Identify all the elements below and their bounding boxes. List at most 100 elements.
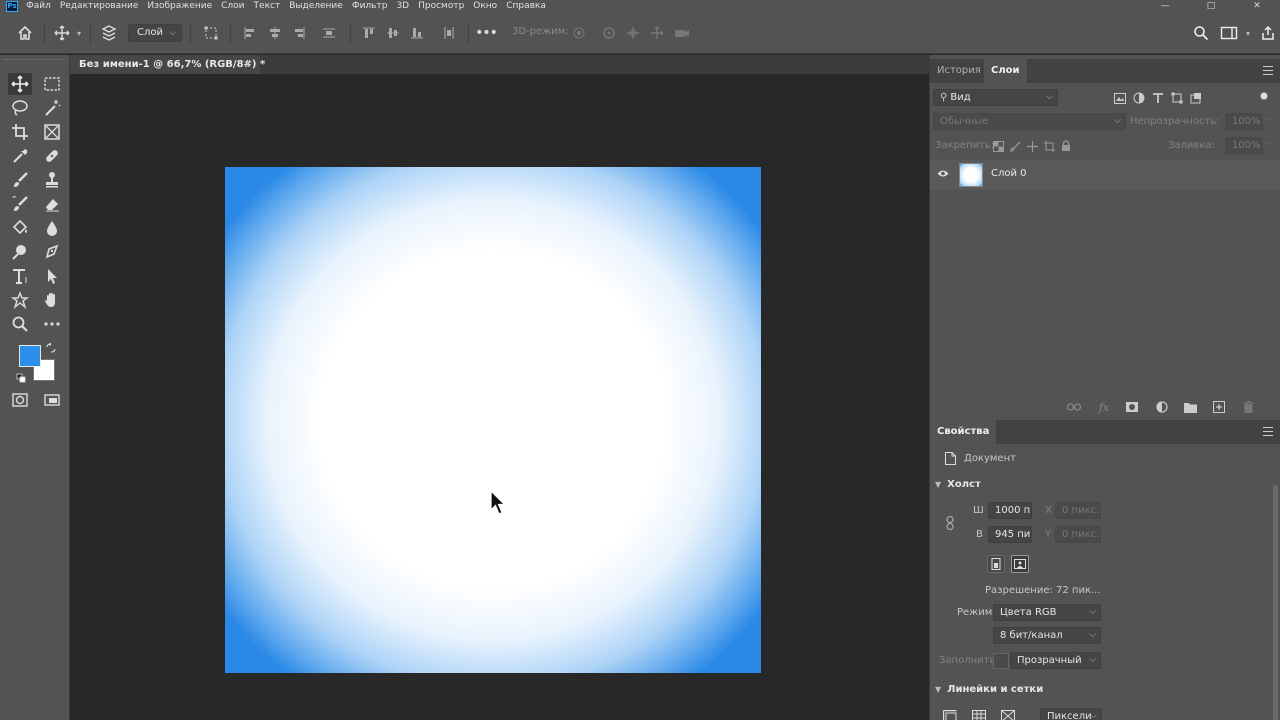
landscape-orientation-button[interactable] <box>1011 555 1029 573</box>
menu-filter[interactable]: Фильтр <box>352 0 388 12</box>
search-icon[interactable] <box>1191 12 1211 54</box>
layer-filter-select[interactable]: ⚲ Вид ⌵ <box>933 89 1058 106</box>
opacity-input[interactable]: 100% <box>1225 113 1263 130</box>
delete-layer-icon[interactable] <box>1240 399 1256 415</box>
quick-mask-icon[interactable] <box>8 389 32 411</box>
healing-brush-tool-icon[interactable] <box>40 145 64 167</box>
toolbar-grip[interactable] <box>4 59 66 65</box>
more-options-icon[interactable]: ••• <box>475 12 498 54</box>
bit-depth-select[interactable]: 8 бит/канал ⌵ <box>993 627 1101 644</box>
filter-type-icon[interactable] <box>1150 90 1166 106</box>
zoom-tool-icon[interactable] <box>8 313 32 335</box>
filter-toggle-icon[interactable] <box>1256 88 1272 104</box>
menu-type[interactable]: Текст <box>254 0 281 12</box>
brush-tool-icon[interactable] <box>8 169 32 191</box>
default-colors-icon[interactable] <box>14 372 28 384</box>
document-tab[interactable]: Без имени-1 @ 66,7% (RGB/8#) * × <box>70 55 265 74</box>
tab-layers[interactable]: Слои <box>984 59 1027 83</box>
lock-all-icon[interactable] <box>1058 138 1074 154</box>
share-icon[interactable] <box>1258 12 1278 54</box>
frame-tool-icon[interactable] <box>40 121 64 143</box>
width-input[interactable]: 1000 пикс. <box>988 502 1032 519</box>
eraser-tool-icon[interactable] <box>40 193 64 215</box>
layer-row[interactable]: Слой 0 <box>930 160 1280 190</box>
magic-wand-tool-icon[interactable] <box>40 97 64 119</box>
lasso-tool-icon[interactable] <box>8 97 32 119</box>
chevron-down-icon[interactable]: ▾ <box>73 12 85 54</box>
stamp-tool-icon[interactable] <box>40 169 64 191</box>
height-input[interactable]: 945 пикс. <box>988 526 1032 543</box>
color-mode-select[interactable]: Цвета RGB ⌵ <box>993 604 1101 621</box>
tab-history[interactable]: История <box>930 59 988 83</box>
align-middle-icon[interactable] <box>384 12 402 54</box>
custom-shape-tool-icon[interactable] <box>8 289 32 311</box>
guides-icon[interactable] <box>1000 708 1016 720</box>
units-select[interactable]: Пиксели ⌵ <box>1040 708 1102 720</box>
3d-camera-icon[interactable] <box>672 12 692 54</box>
grid-icon[interactable] <box>971 708 987 720</box>
close-document-icon[interactable]: × <box>244 55 252 74</box>
properties-scrollbar[interactable] <box>1273 485 1278 720</box>
eye-icon[interactable] <box>937 169 949 181</box>
maximize-button[interactable]: □ <box>1188 0 1234 12</box>
menu-view[interactable]: Просмотр <box>418 0 464 12</box>
close-window-button[interactable]: ✕ <box>1234 0 1280 12</box>
align-center-icon[interactable] <box>266 12 284 54</box>
filter-smart-object-icon[interactable] <box>1188 90 1204 106</box>
menu-help[interactable]: Справка <box>506 0 546 12</box>
x-input[interactable]: 0 пикс. <box>1055 502 1101 519</box>
layer-name[interactable]: Слой 0 <box>991 168 1027 179</box>
guides-section-header[interactable]: ▼ Линейки и сетки <box>935 684 1043 695</box>
new-adjustment-icon[interactable] <box>1154 399 1170 415</box>
filter-shape-icon[interactable] <box>1169 90 1185 106</box>
3d-orbit-icon[interactable] <box>570 12 588 54</box>
new-layer-icon[interactable] <box>1211 399 1227 415</box>
distribute-vertical-icon[interactable] <box>440 12 458 54</box>
menu-window[interactable]: Окно <box>473 0 497 12</box>
auto-select-icon[interactable] <box>98 12 120 54</box>
add-mask-icon[interactable] <box>1124 399 1140 415</box>
path-selection-tool-icon[interactable] <box>40 265 64 287</box>
canvas-workspace[interactable] <box>70 74 929 720</box>
lock-transparent-icon[interactable] <box>990 138 1006 154</box>
3d-slide-icon[interactable] <box>648 12 666 54</box>
screen-mode-icon[interactable] <box>40 389 64 411</box>
minimize-button[interactable]: — <box>1142 0 1188 12</box>
lock-pixels-icon[interactable] <box>1007 138 1023 154</box>
3d-roll-icon[interactable] <box>600 12 618 54</box>
layers-panel-menu-icon[interactable] <box>1263 66 1273 75</box>
move-tool-icon[interactable] <box>8 73 32 95</box>
fill-input[interactable]: 100% <box>1225 137 1263 154</box>
filter-adjustment-icon[interactable] <box>1131 90 1147 106</box>
canvas-section-header[interactable]: ▼ Холст <box>935 479 981 490</box>
fx-icon[interactable]: fx <box>1096 399 1112 415</box>
pen-tool-icon[interactable] <box>40 241 64 263</box>
opacity-chevron-icon[interactable]: ⌵ <box>1266 114 1272 124</box>
menu-image[interactable]: Изображение <box>147 0 212 12</box>
menu-file[interactable]: Файл <box>26 0 51 12</box>
history-brush-tool-icon[interactable] <box>8 193 32 215</box>
fill-canvas-select[interactable]: Прозрачный ⌵ <box>1010 652 1101 669</box>
eyedropper-tool-icon[interactable] <box>8 145 32 167</box>
align-left-icon[interactable] <box>241 12 259 54</box>
blend-mode-select[interactable]: Обычные ⌵ <box>933 113 1126 130</box>
fill-chevron-icon[interactable]: ⌵ <box>1266 138 1272 148</box>
filter-pixel-icon[interactable] <box>1112 90 1128 106</box>
menu-3d[interactable]: 3D <box>396 0 409 12</box>
app-logo[interactable]: Ps <box>6 0 18 12</box>
workspace-chevron-icon[interactable]: ▾ <box>1242 12 1254 54</box>
link-layers-icon[interactable] <box>1066 399 1082 415</box>
portrait-orientation-button[interactable] <box>987 555 1005 573</box>
transform-controls-icon[interactable] <box>201 12 221 54</box>
swap-colors-icon[interactable] <box>44 342 58 354</box>
marquee-tool-icon[interactable] <box>40 73 64 95</box>
paint-bucket-tool-icon[interactable] <box>8 217 32 239</box>
layer-thumbnail[interactable] <box>959 163 983 187</box>
y-input[interactable]: 0 пикс. <box>1055 526 1101 543</box>
foreground-color-swatch[interactable] <box>19 345 41 367</box>
align-bottom-icon[interactable] <box>408 12 426 54</box>
menu-edit[interactable]: Редактирование <box>60 0 139 12</box>
blur-tool-icon[interactable] <box>40 217 64 239</box>
tab-properties[interactable]: Свойства <box>930 420 997 444</box>
home-icon[interactable] <box>14 12 36 54</box>
